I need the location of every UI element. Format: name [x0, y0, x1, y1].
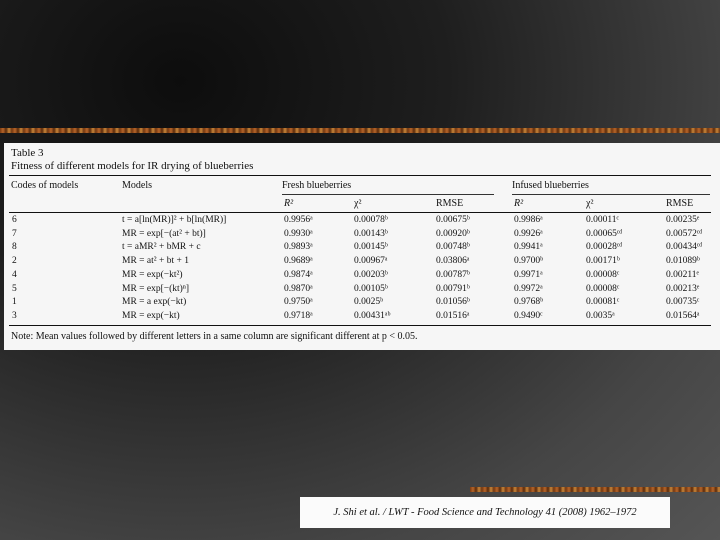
cell-fresh-r2: 0.9893ᵃ: [284, 242, 313, 253]
cell-fresh-chi2: 0.00078ᵇ: [354, 215, 388, 225]
fresh-group-rule: [282, 194, 494, 195]
table-panel: Table 3 Fitness of different models for …: [4, 143, 720, 350]
header-infused-r2: R²: [514, 198, 524, 209]
table-top-rule: [9, 175, 711, 176]
cell-code: 3: [12, 310, 17, 321]
table-subtitle: Fitness of different models for IR dryin…: [11, 160, 254, 172]
cell-infused-chi2: 0.00065ᶜᵈ: [586, 228, 623, 239]
cell-code: 6: [12, 215, 17, 225]
cell-model: t = aMR² + bMR + c: [122, 242, 201, 253]
cell-infused-rmse: 0.00572ᶜᵈ: [666, 228, 703, 239]
cell-fresh-rmse: 0.00675ᵇ: [436, 215, 470, 225]
cell-fresh-rmse: 0.00748ᵇ: [436, 242, 470, 253]
cell-infused-r2: 0.9768ᵇ: [514, 297, 544, 308]
cell-infused-r2: 0.9926ᵃ: [514, 228, 543, 239]
table-bottom-rule: [9, 325, 711, 326]
cell-code: 4: [12, 269, 17, 280]
cell-fresh-r2: 0.9689ᵃ: [284, 256, 313, 267]
decorative-stripe-top: [0, 128, 720, 133]
header-infused-rmse: RMSE: [666, 198, 694, 209]
cell-fresh-r2: 0.9874ᵃ: [284, 269, 313, 280]
cell-fresh-rmse: 0.03806ᵃ: [436, 256, 470, 267]
cell-model: MR = exp[−(kt)ⁿ]: [122, 283, 190, 294]
cell-model: MR = exp(−kt): [122, 310, 180, 321]
cell-infused-rmse: 0.00434ᶜᵈ: [666, 242, 703, 253]
cell-infused-r2: 0.9941ᵃ: [514, 242, 543, 253]
cell-fresh-r2: 0.9956ᵃ: [284, 215, 313, 225]
cell-infused-rmse: 0.00235ᵉ: [666, 215, 700, 225]
cell-code: 2: [12, 256, 17, 267]
cell-fresh-chi2: 0.00203ᵇ: [354, 269, 388, 280]
header-infused: Infused blueberries: [512, 180, 589, 191]
cell-model: MR = a exp(−kt): [122, 297, 187, 308]
cell-fresh-chi2: 0.00967ᵃ: [354, 256, 388, 267]
cell-infused-chi2: 0.00011ᶜ: [586, 215, 619, 225]
cell-infused-rmse: 0.00213ᵉ: [666, 283, 700, 294]
cell-infused-chi2: 0.00028ᶜᵈ: [586, 242, 623, 253]
cell-infused-rmse: 0.01089ᵇ: [666, 256, 700, 267]
cell-fresh-chi2: 0.0025ᵇ: [354, 297, 384, 308]
cell-infused-r2: 0.9972ᵃ: [514, 283, 543, 294]
cell-infused-chi2: 0.00008ᶜ: [586, 283, 620, 294]
cell-code: 8: [12, 242, 17, 253]
cell-infused-chi2: 0.00008ᶜ: [586, 269, 620, 280]
cell-code: 7: [12, 228, 17, 239]
cell-fresh-r2: 0.9930ᵃ: [284, 228, 313, 239]
cell-model: MR = exp[−(at² + bt)]: [122, 228, 206, 239]
header-fresh-chi2: χ²: [354, 198, 362, 209]
header-fresh: Fresh blueberries: [282, 180, 352, 191]
cell-fresh-chi2: 0.00105ᵇ: [354, 283, 388, 294]
header-infused-chi2: χ²: [586, 198, 594, 209]
cell-model: MR = exp(−kt²): [122, 269, 183, 280]
cell-infused-chi2: 0.00171ᵇ: [586, 256, 620, 267]
cell-infused-r2: 0.9971ᵃ: [514, 269, 543, 280]
cell-model: t = a[ln(MR)]² + b[ln(MR)]: [122, 215, 227, 225]
cell-fresh-r2: 0.9718ᵃ: [284, 310, 313, 321]
cell-code: 5: [12, 283, 17, 294]
cell-fresh-r2: 0.9870ᵃ: [284, 283, 313, 294]
cell-code: 1: [12, 297, 17, 308]
cell-fresh-chi2: 0.00145ᵇ: [354, 242, 388, 253]
cell-infused-chi2: 0.00081ᶜ: [586, 297, 620, 308]
cell-fresh-rmse: 0.01516ᵃ: [436, 310, 470, 321]
cell-infused-r2: 0.9700ᵇ: [514, 256, 544, 267]
table-note: Note: Mean values followed by different …: [11, 331, 418, 342]
cell-fresh-rmse: 0.00920ᵇ: [436, 228, 470, 239]
cell-fresh-rmse: 0.00787ᵇ: [436, 269, 470, 280]
cell-infused-chi2: 0.0035ᵃ: [586, 310, 615, 321]
decorative-stripe-bottom: [470, 487, 720, 492]
infused-group-rule: [512, 194, 710, 195]
citation-box: J. Shi et al. / LWT - Food Science and T…: [300, 497, 670, 528]
header-models: Models: [122, 180, 152, 191]
cell-infused-r2: 0.9490ᶜ: [514, 310, 543, 321]
cell-infused-r2: 0.9986ᵃ: [514, 215, 543, 225]
header-fresh-r2: R²: [284, 198, 294, 209]
cell-fresh-rmse: 0.00791ᵇ: [436, 283, 470, 294]
cell-fresh-chi2: 0.00143ᵇ: [354, 228, 388, 239]
cell-infused-rmse: 0.00211ᵉ: [666, 269, 699, 280]
cell-fresh-rmse: 0.01056ᵇ: [436, 297, 470, 308]
cell-fresh-chi2: 0.00431ᵃᵇ: [354, 310, 391, 321]
cell-fresh-r2: 0.9750ᵃ: [284, 297, 313, 308]
table-title: Table 3: [11, 147, 44, 159]
header-codes: Codes of models: [11, 180, 79, 191]
cell-infused-rmse: 0.01564ᵃ: [666, 310, 700, 321]
cell-model: MR = at² + bt + 1: [122, 256, 189, 267]
cell-infused-rmse: 0.00735ᶜ: [666, 297, 700, 308]
table-header-rule: [9, 212, 711, 213]
header-fresh-rmse: RMSE: [436, 198, 464, 209]
